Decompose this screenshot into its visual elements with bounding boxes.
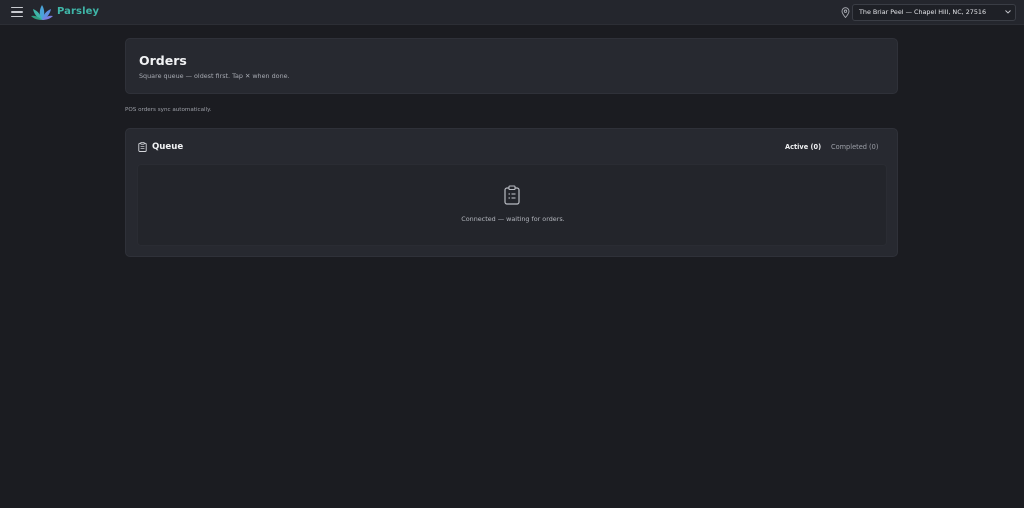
top-bar: Parsley The Briar Peel — Chapel Hill, NC… xyxy=(0,0,1024,25)
menu-icon[interactable] xyxy=(11,6,23,18)
empty-state-panel: Connected — waiting for orders. xyxy=(137,164,887,246)
location-select-value: The Briar Peel — Chapel Hill, NC, 27516 xyxy=(859,8,987,16)
chevron-down-icon xyxy=(1005,10,1011,14)
queue-title: Queue xyxy=(152,142,184,152)
clipboard-list-icon xyxy=(504,185,520,205)
page-subtitle: Square queue — oldest first. Tap ✕ when … xyxy=(139,72,290,80)
brand-name[interactable]: Parsley xyxy=(57,6,99,17)
parsley-logo-icon[interactable] xyxy=(31,4,53,21)
page-title: Orders xyxy=(139,53,187,68)
tab-active[interactable]: Active (0) xyxy=(785,143,821,151)
queue-card: Queue Active (0) Completed (0) Connected… xyxy=(125,128,898,257)
sync-note: POS orders sync automatically. xyxy=(125,107,212,113)
location-pin-icon xyxy=(841,7,850,18)
clipboard-icon xyxy=(138,142,147,152)
orders-header-card: Orders Square queue — oldest first. Tap … xyxy=(125,38,898,94)
location-select[interactable]: The Briar Peel — Chapel Hill, NC, 27516 xyxy=(852,4,1016,21)
empty-state-message: Connected — waiting for orders. xyxy=(461,215,565,223)
tab-completed[interactable]: Completed (0) xyxy=(831,143,878,151)
